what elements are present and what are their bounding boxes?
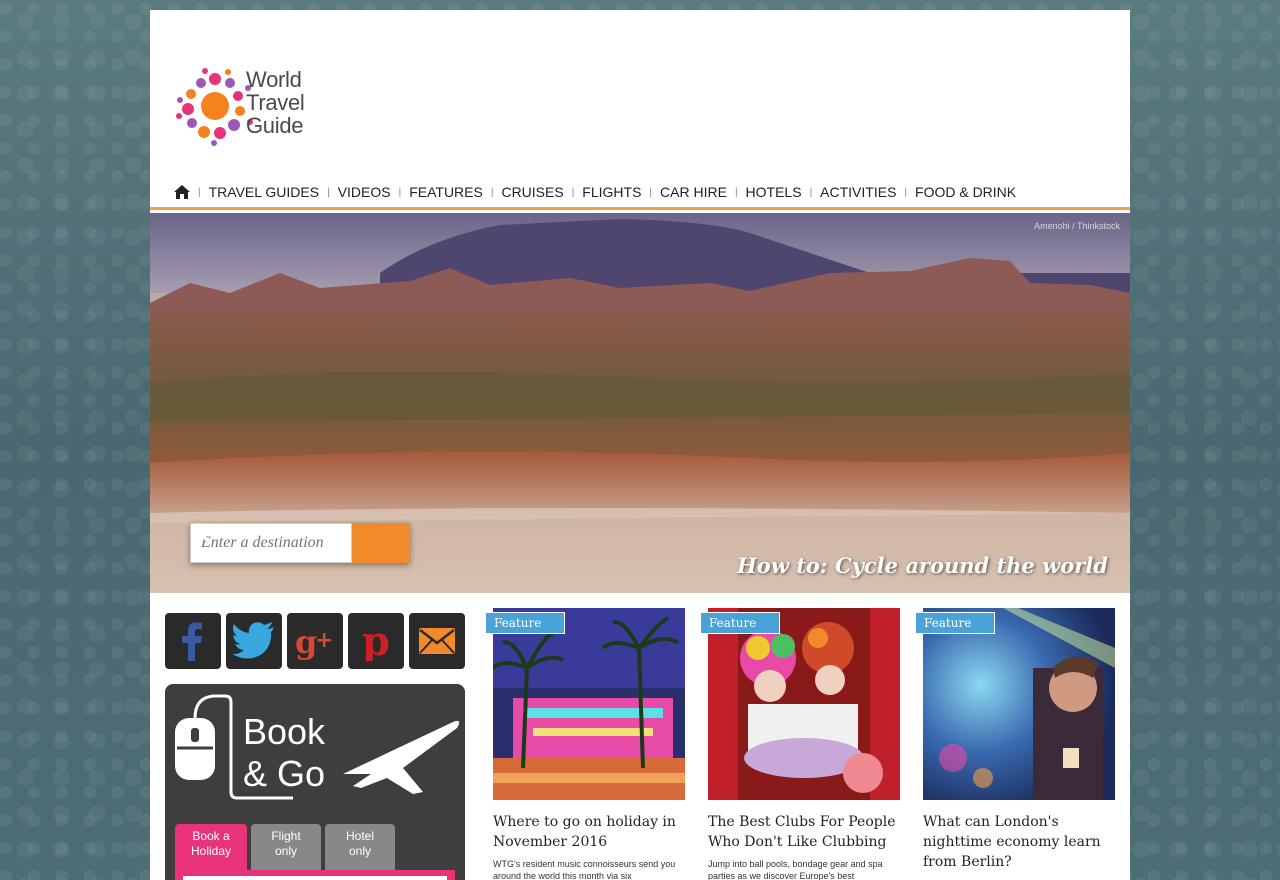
logo-line-1: World	[246, 67, 302, 92]
social-share-bar: g + p	[165, 613, 465, 669]
feature-title[interactable]: What can London's nighttime economy lear…	[923, 812, 1115, 872]
search-button[interactable]	[190, 523, 410, 563]
book-and-go-logo: Book & Go	[175, 694, 460, 800]
photo-credit: Amenohi / Thinkstock	[1034, 221, 1120, 231]
tab-label-line: Book a	[192, 829, 230, 843]
feature-card[interactable]: Feature The Best Clubs For People Who Do…	[700, 608, 900, 880]
feature-image[interactable]	[708, 608, 900, 800]
nav-food-drink[interactable]: | FOOD & DRINK	[896, 184, 1016, 200]
twitter-button[interactable]	[226, 613, 282, 669]
feature-description: Jump into ball pools, bondage gear and s…	[708, 859, 883, 880]
feature-image[interactable]	[493, 608, 685, 800]
book-line-2: & Go	[243, 753, 325, 794]
book-and-go-widget: Book & Go Book a Holiday Flight only Hot…	[165, 684, 465, 880]
nav-label: VIDEOS	[337, 184, 391, 200]
feature-image[interactable]	[923, 608, 1115, 800]
email-button[interactable]	[409, 613, 465, 669]
nav-label: ACTIVITIES	[820, 184, 897, 200]
tab-label-line: Flight	[271, 829, 301, 843]
facebook-icon	[182, 622, 202, 661]
nightclub-man-image	[923, 608, 1115, 800]
miami-night-image	[493, 608, 685, 800]
email-icon	[419, 628, 455, 654]
nav-hotels[interactable]: | HOTELS	[727, 184, 802, 200]
nav-cruises[interactable]: | CRUISES	[483, 184, 564, 200]
main-nav: | TRAVEL GUIDES | VIDEOS | FEATURES | CRUISE…	[150, 178, 1130, 210]
nav-label: CAR HIRE	[660, 184, 727, 200]
feature-description: WTG's resident music connoisseurs send y…	[493, 859, 676, 880]
tab-hotel-only[interactable]: Hotel only	[325, 824, 395, 870]
booking-form-panel	[175, 870, 455, 880]
hero-banner[interactable]: Amenohi / Thinkstock How to: Cycle aroun…	[150, 213, 1130, 593]
tab-label-line: Hotel	[345, 829, 374, 843]
feature-tag: Feature	[700, 612, 780, 634]
tab-flight-only[interactable]: Flight only	[251, 824, 321, 870]
nav-label: FLIGHTS	[582, 184, 642, 200]
tab-label-line: only	[348, 844, 371, 858]
nav-label: TRAVEL GUIDES	[208, 184, 320, 200]
search-icon	[190, 523, 210, 543]
feature-title[interactable]: Where to go on holiday in November 2016	[493, 812, 685, 852]
logo-line-3: Guide	[246, 113, 304, 138]
booking-input-bar[interactable]	[183, 876, 447, 880]
feature-tag: Feature	[915, 612, 995, 634]
pinterest-button[interactable]: p	[348, 613, 404, 669]
twitter-icon	[232, 622, 274, 659]
nav-home[interactable]	[174, 185, 190, 199]
nav-car-hire[interactable]: | CAR HIRE	[641, 184, 727, 200]
nav-label: CRUISES	[501, 184, 564, 200]
tab-label-line: Holiday	[190, 844, 232, 858]
pinterest-icon: p	[362, 621, 390, 661]
book-line-1: Book	[243, 711, 326, 752]
nav-travel-guides[interactable]: | TRAVEL GUIDES	[190, 184, 319, 200]
destination-search	[190, 523, 410, 563]
feature-card[interactable]: Feature Where to go on holiday in Novemb…	[485, 608, 685, 880]
hero-caption-link[interactable]: How to: Cycle around the world	[737, 553, 1108, 578]
nav-label: HOTELS	[745, 184, 802, 200]
club-performers-image	[708, 608, 900, 800]
nav-label: FOOD & DRINK	[915, 184, 1017, 200]
google-plus-button[interactable]: g +	[287, 613, 343, 669]
home-icon	[174, 185, 190, 199]
nav-features[interactable]: | FEATURES	[391, 184, 483, 200]
facebook-button[interactable]	[165, 613, 221, 669]
nav-label: FEATURES	[409, 184, 483, 200]
tab-book-holiday[interactable]: Book a Holiday	[175, 824, 247, 870]
page-container: World Travel Guide | TRAVEL GUIDES | VIDEO…	[150, 10, 1130, 880]
feature-tag: Feature	[485, 612, 565, 634]
feature-title[interactable]: The Best Clubs For People Who Don't Like…	[708, 812, 900, 852]
svg-text:+: +	[315, 628, 333, 653]
logo-line-2: Travel	[246, 90, 305, 115]
tab-label-line: only	[274, 844, 297, 858]
nav-videos[interactable]: | VIDEOS	[319, 184, 391, 200]
destination-search-input[interactable]	[190, 523, 352, 563]
feature-card[interactable]: Feature What can London's nighttime econ…	[915, 608, 1115, 878]
logo-wordmark: World Travel Guide	[246, 68, 305, 137]
svg-text:p: p	[362, 621, 390, 661]
nav-activities[interactable]: | ACTIVITIES	[802, 184, 897, 200]
nav-flights[interactable]: | FLIGHTS	[564, 184, 642, 200]
google-plus-icon: g +	[295, 623, 333, 661]
booking-tabs: Book a Holiday Flight only Hotel only	[175, 824, 395, 870]
